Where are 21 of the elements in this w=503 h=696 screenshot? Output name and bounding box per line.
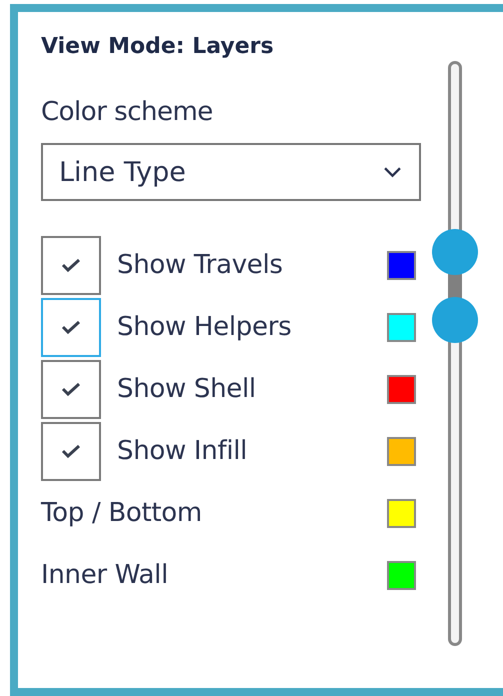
checkbox-label[interactable]: Show Infill [117,436,248,466]
panel-title: View Mode: Layers [41,34,275,59]
checkbox-label[interactable]: Show Helpers [117,312,292,342]
color-scheme-dropdown[interactable]: Line Type [41,143,421,201]
slider-handle[interactable] [432,297,478,344]
legend-label: Inner Wall [41,560,168,590]
check-icon [61,257,81,273]
checkbox[interactable] [41,236,101,294]
checkbox-label[interactable]: Show Travels [117,250,283,280]
check-icon [61,319,81,335]
checkbox[interactable] [41,360,101,418]
slider-handle[interactable] [432,228,478,275]
checkbox-label[interactable]: Show Shell [117,374,256,404]
checkbox[interactable] [41,298,101,356]
chevron-down-icon [384,166,401,178]
check-icon [61,381,81,397]
layer-slider[interactable] [432,61,478,646]
color-scheme-label: Color scheme [41,97,214,127]
check-icon [61,443,81,459]
legend-label: Top / Bottom [41,498,202,528]
checkbox[interactable] [41,422,101,480]
